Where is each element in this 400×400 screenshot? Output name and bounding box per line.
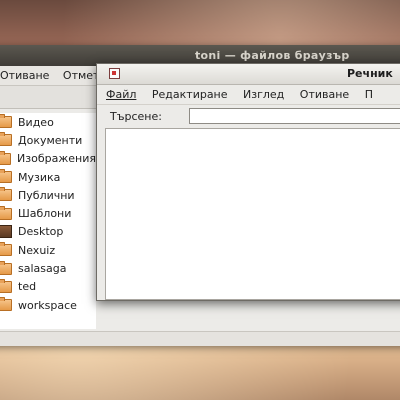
dictionary-title: Речник bbox=[347, 67, 393, 80]
sidebar-item-music[interactable]: Музика bbox=[0, 168, 96, 186]
search-input[interactable] bbox=[189, 108, 400, 124]
folder-icon bbox=[0, 205, 12, 220]
sidebar-item-desktop[interactable]: Desktop bbox=[0, 223, 96, 241]
dictionary-window[interactable]: Речник Файл Редактиране Изглед Отиване П… bbox=[96, 63, 400, 301]
menu-edit[interactable]: Редактиране bbox=[152, 88, 228, 101]
folder-icon bbox=[0, 132, 12, 147]
dictionary-app-icon bbox=[109, 68, 120, 79]
sidebar-item-salasaga[interactable]: salasaga bbox=[0, 259, 96, 277]
file-browser-statusbar bbox=[0, 331, 400, 346]
sidebar-item-pictures[interactable]: Изображения bbox=[0, 150, 96, 168]
menu-file[interactable]: Файл bbox=[106, 88, 136, 101]
menu-go[interactable]: Отиване bbox=[0, 69, 49, 82]
folder-icon bbox=[0, 242, 12, 257]
desktop-icon bbox=[0, 225, 12, 239]
file-browser-title: toni — файлов браузър bbox=[195, 49, 350, 62]
folder-icon bbox=[0, 260, 12, 275]
places-sidebar: Видео Документи Изображения Музика Публи… bbox=[0, 113, 96, 329]
sidebar-item-nexuiz[interactable]: Nexuiz bbox=[0, 241, 96, 259]
folder-icon bbox=[0, 114, 12, 129]
definition-pane[interactable] bbox=[105, 128, 400, 300]
dictionary-titlebar[interactable]: Речник bbox=[97, 64, 400, 85]
sidebar-item-documents[interactable]: Документи bbox=[0, 131, 96, 149]
menu-go[interactable]: Отиване bbox=[300, 88, 349, 101]
menu-view[interactable]: Изглед bbox=[243, 88, 284, 101]
sidebar-item-ted[interactable]: ted bbox=[0, 278, 96, 296]
sidebar-item-public[interactable]: Публични bbox=[0, 186, 96, 204]
folder-icon bbox=[0, 278, 12, 293]
search-row: Търсене: bbox=[97, 105, 400, 127]
folder-icon bbox=[0, 297, 12, 312]
sidebar-item-workspace[interactable]: workspace bbox=[0, 296, 96, 314]
folder-icon bbox=[0, 187, 12, 202]
dictionary-menubar: Файл Редактиране Изглед Отиване П bbox=[97, 85, 400, 105]
folder-icon bbox=[0, 150, 12, 165]
sidebar-item-templates[interactable]: Шаблони bbox=[0, 204, 96, 222]
sidebar-item-videos[interactable]: Видео bbox=[0, 113, 96, 131]
menu-help[interactable]: П bbox=[365, 88, 373, 101]
search-label: Търсене: bbox=[110, 109, 162, 123]
folder-icon bbox=[0, 169, 12, 184]
